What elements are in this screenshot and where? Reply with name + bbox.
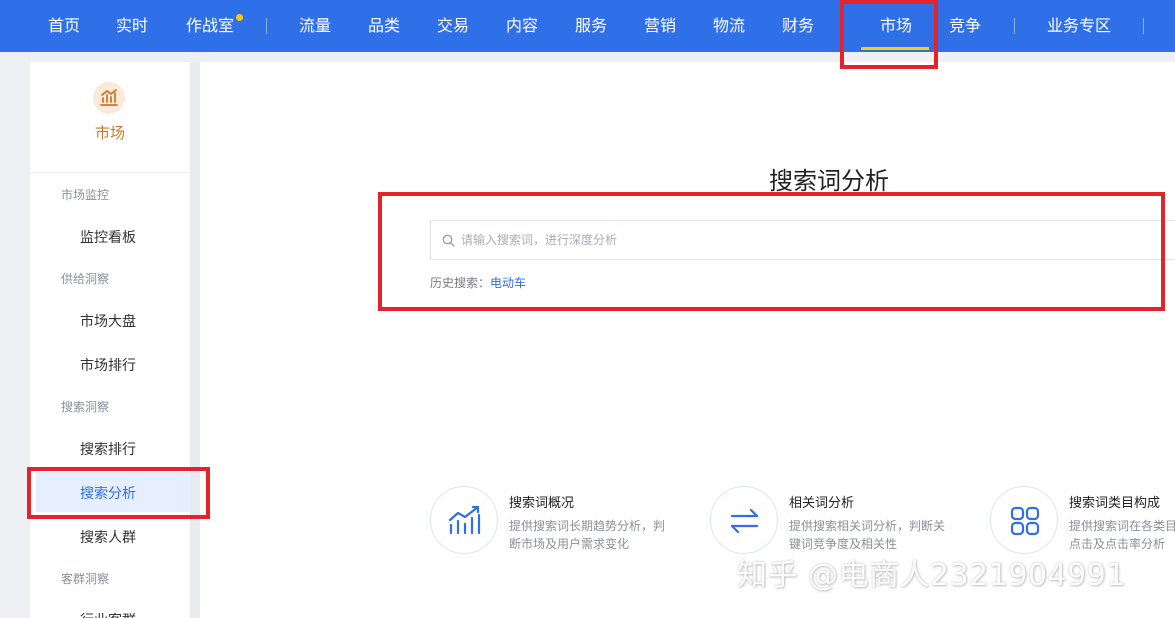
divider [30,172,190,173]
sidebar-group-title: 供给洞察 [61,272,110,286]
nav-item-trade[interactable]: 交易 [437,0,469,52]
page-title: 搜索词分析 [769,167,889,195]
market-chart-icon [93,82,125,114]
search-history: 历史搜索：电动车 [430,274,526,291]
feature-desc-line: 提供搜索词在各类目 [1069,519,1175,533]
swap-arrows-icon [710,486,778,554]
nav-item-marketing[interactable]: 营销 [644,0,676,52]
nav-item-service[interactable]: 服务 [575,0,607,52]
sidebar-item-market-overview[interactable]: 市场大盘 [80,311,136,331]
nav-item-content[interactable]: 内容 [506,0,538,52]
search-icon [442,234,455,247]
main-panel: 搜索词分析 历史搜索：电动车 搜索词概况 [200,62,1175,618]
nav-item-market[interactable]: 市场 [880,0,912,52]
search-input[interactable] [461,221,1161,259]
sidebar-item-monitor-board[interactable]: 监控看板 [80,227,136,247]
feature-desc: 提供搜索词在各类目 点击及点击率分析 [1069,517,1175,553]
module-label: 市场 [94,124,125,142]
feature-desc-line: 断市场及用户需求变化 [509,537,630,551]
history-link[interactable]: 电动车 [490,276,526,290]
grid-icon [990,486,1058,554]
nav-item-competition[interactable]: 竞争 [949,0,981,52]
nav-item-home[interactable]: 首页 [48,0,80,52]
feature-title: 相关词分析 [789,496,855,511]
feature-title: 搜索词类目构成 [1069,496,1161,511]
feature-desc-line: 提供搜索相关词分析，判断关 [789,519,946,533]
sidebar-item-industry-audience[interactable]: 行业客群 [80,610,136,618]
nav-item-business-zone[interactable]: 业务专区 [1047,0,1111,52]
sidebar-item-search-analysis[interactable]: 搜索分析 [80,483,136,503]
nav-item-realtime[interactable]: 实时 [116,0,148,52]
nav-item-traffic[interactable]: 流量 [299,0,331,52]
sidebar-group-title: 市场监控 [61,188,110,202]
nav-item-finance[interactable]: 财务 [782,0,814,52]
new-dot-icon [236,14,243,21]
nav-separator [266,18,267,34]
sidebar-gutter [190,62,200,618]
search-box[interactable] [430,220,1175,260]
top-nav: 首页 实时 作战室 流量 品类 交易 内容 服务 营销 物流 财务 市场 竞争 … [0,0,1175,52]
nav-item-logistics[interactable]: 物流 [713,0,745,52]
feature-title: 搜索词概况 [509,496,575,511]
watermark: 知乎 @电商人2321904991 [737,558,1126,593]
history-label: 历史搜索： [430,276,491,290]
nav-separator [1143,18,1144,34]
sidebar: 市场 市场监控 监控看板 供给洞察 市场大盘 市场排行 搜索洞察 搜索排行 搜索… [30,62,200,618]
nav-item-war-room[interactable]: 作战室 [186,0,234,52]
feature-desc: 提供搜索词长期趋势分析，判 断市场及用户需求变化 [509,517,674,553]
feature-desc-line: 提供搜索词长期趋势分析，判 [509,519,666,533]
sidebar-group-title: 搜索洞察 [61,400,110,414]
trend-chart-icon [430,486,498,554]
nav-item-category[interactable]: 品类 [368,0,400,52]
sidebar-item-market-ranking[interactable]: 市场排行 [80,355,136,375]
sidebar-group-title: 客群洞察 [61,572,110,586]
sidebar-item-search-audience[interactable]: 搜索人群 [80,527,136,547]
feature-desc: 提供搜索相关词分析，判断关 键词竞争度及相关性 [789,517,954,553]
nav-separator [1014,18,1015,34]
sidebar-item-search-ranking[interactable]: 搜索排行 [80,439,136,459]
nav-active-underline [861,47,929,50]
